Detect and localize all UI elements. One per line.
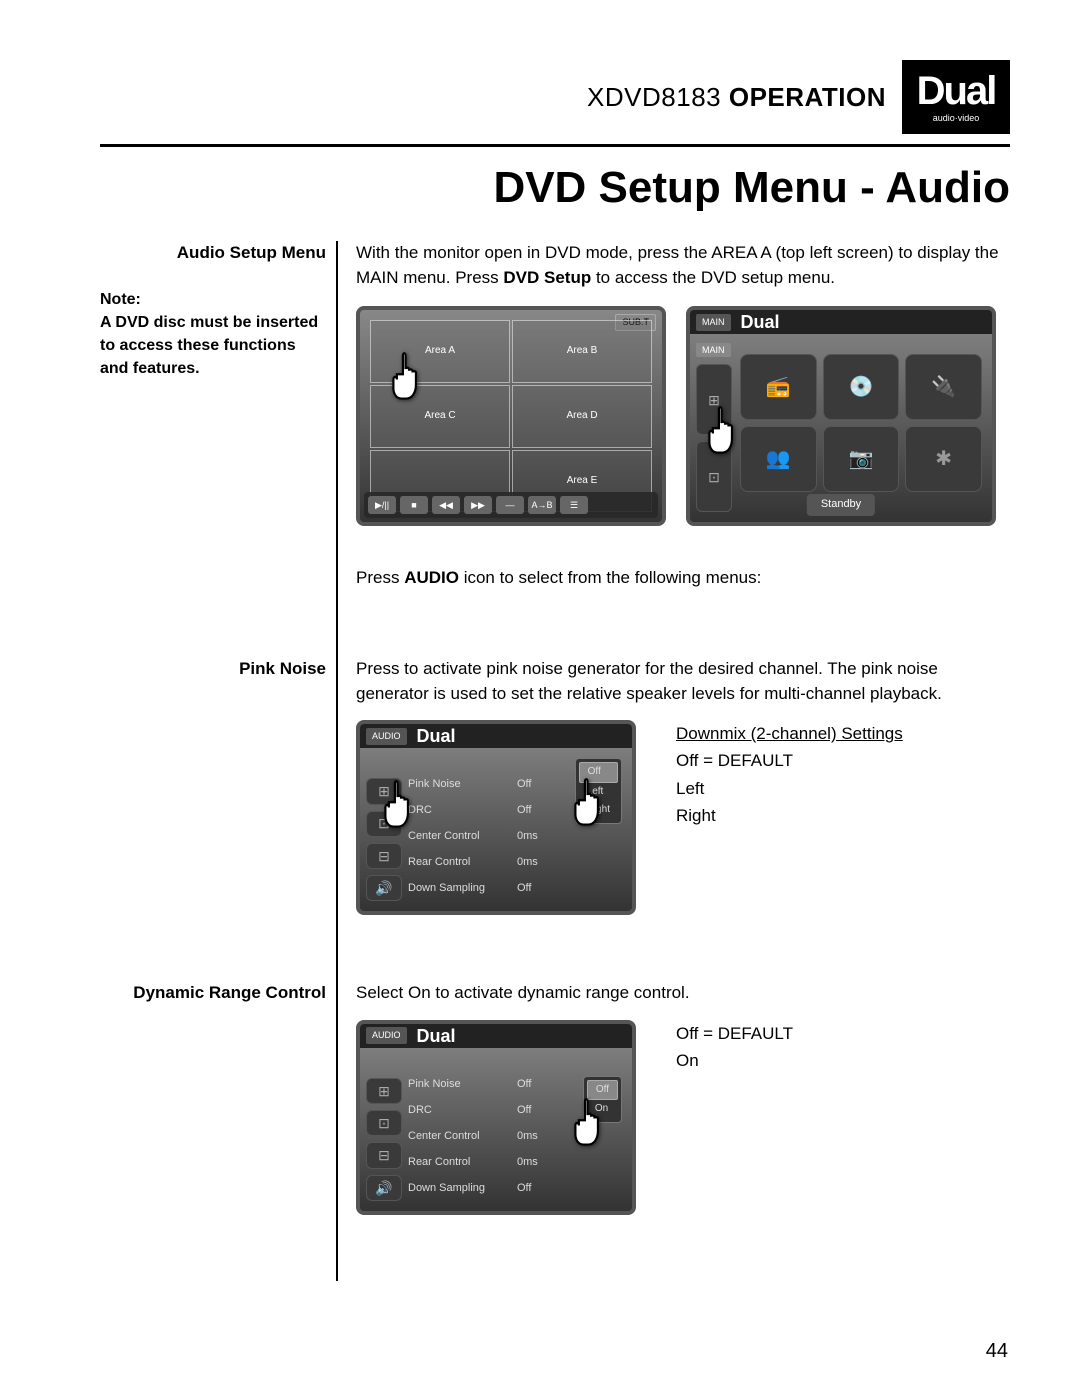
- side-icon: ⊞: [366, 1078, 402, 1104]
- drc-menu-screenshot: AUDIO Dual ⊞ ⊡ ⊟ 🔊 Pink NoiseOff DRCOff …: [356, 1020, 636, 1215]
- hand-pointer-icon: [568, 776, 614, 828]
- vertical-divider: [336, 241, 338, 1281]
- logo-small: Dual: [417, 723, 456, 749]
- audio-setup-label: Audio Setup Menu: [100, 241, 326, 266]
- page-title: DVD Setup Menu - Audio: [100, 163, 1010, 213]
- ff-btn: ▶▶: [464, 496, 492, 514]
- side-icon: 🔊: [366, 875, 402, 901]
- side-icon: ⊟: [366, 843, 402, 869]
- audio-tab: AUDIO: [366, 728, 407, 745]
- pink-noise-body: Press to activate pink noise generator f…: [356, 657, 1010, 706]
- setting-option: Off = DEFAULT: [676, 747, 903, 774]
- rew-btn: ◀◀: [432, 496, 460, 514]
- hand-pointer-icon: [386, 350, 432, 402]
- main-menu-screenshot: MAIN Dual MAIN ⊞ ⊡ 📻 💿 🔌 👥: [686, 306, 996, 526]
- note-body: A DVD disc must be inserted to access th…: [100, 311, 326, 381]
- drc-body: Select On to activate dynamic range cont…: [356, 981, 1010, 1006]
- drc-label: Dynamic Range Control: [100, 981, 326, 1006]
- downmix-settings: Downmix (2-channel) Settings Off = DEFAU…: [676, 720, 903, 829]
- model-number: XDVD8183: [587, 82, 721, 112]
- people-icon: 👥: [740, 426, 817, 492]
- main-tab-2: MAIN: [696, 343, 731, 357]
- dvd-area-screenshot: SUB.T Area A Area B Area C Area D Area E…: [356, 306, 666, 526]
- stop-btn: ■: [400, 496, 428, 514]
- side-icon: ⊟: [366, 1142, 402, 1168]
- disc-icon: 💿: [823, 354, 900, 420]
- area-b: Area B: [512, 320, 652, 383]
- drc-settings: Off = DEFAULT On: [676, 1020, 793, 1074]
- pink-noise-menu-screenshot: AUDIO Dual ⊞ ⊡ ⊟ 🔊 Pink NoiseOff DRCOff …: [356, 720, 636, 915]
- audio-setup-body: With the monitor open in DVD mode, press…: [356, 241, 1010, 290]
- setting-option: Left: [676, 775, 903, 802]
- logo-small: Dual: [417, 1023, 456, 1049]
- page-header: XDVD8183 OPERATION Dual audio·video: [100, 60, 1010, 134]
- logo-subtext: audio·video: [933, 113, 980, 123]
- hand-pointer-icon: [568, 1096, 614, 1148]
- logo-text: Dual: [917, 71, 996, 111]
- setting-option: On: [676, 1047, 793, 1074]
- play-pause-btn: ▶/||: [368, 496, 396, 514]
- ipod-icon: 🔌: [905, 354, 982, 420]
- standby-button: Standby: [807, 494, 875, 516]
- radio-icon: 📻: [740, 354, 817, 420]
- side-icon: ⊡: [366, 1110, 402, 1136]
- menu-btn: ☰: [560, 496, 588, 514]
- hand-pointer-icon: [378, 778, 424, 830]
- header-rule: [100, 144, 1010, 147]
- logo-small: Dual: [741, 309, 780, 335]
- menu-row: Down SamplingOff: [408, 1176, 624, 1202]
- playback-controls: ▶/|| ■ ◀◀ ▶▶ — A→B ☰: [364, 492, 658, 518]
- audio-tab: AUDIO: [366, 1027, 407, 1044]
- dash-btn: —: [496, 496, 524, 514]
- operation-title: XDVD8183 OPERATION: [587, 82, 886, 113]
- pink-noise-label: Pink Noise: [100, 657, 326, 682]
- press-audio-line: Press AUDIO icon to select from the foll…: [356, 566, 1010, 591]
- setting-option: Right: [676, 802, 903, 829]
- downmix-title: Downmix (2-channel) Settings: [676, 720, 903, 747]
- camera-icon: 📷: [823, 426, 900, 492]
- hand-pointer-icon: [702, 404, 748, 456]
- ab-btn: A→B: [528, 496, 556, 514]
- menu-row: Down SamplingOff: [408, 876, 624, 902]
- dual-logo: Dual audio·video: [902, 60, 1010, 134]
- page-number: 44: [986, 1340, 1008, 1363]
- operation-word: OPERATION: [729, 82, 886, 112]
- side-icon: 🔊: [366, 1175, 402, 1201]
- menu-row: Rear Control0ms: [408, 850, 624, 876]
- area-d: Area D: [512, 385, 652, 448]
- bluetooth-icon: ✱: [905, 426, 982, 492]
- main-tab: MAIN: [696, 314, 731, 331]
- setting-option: Off = DEFAULT: [676, 1020, 793, 1047]
- menu-row: Rear Control0ms: [408, 1150, 624, 1176]
- note-title: Note:: [100, 288, 326, 311]
